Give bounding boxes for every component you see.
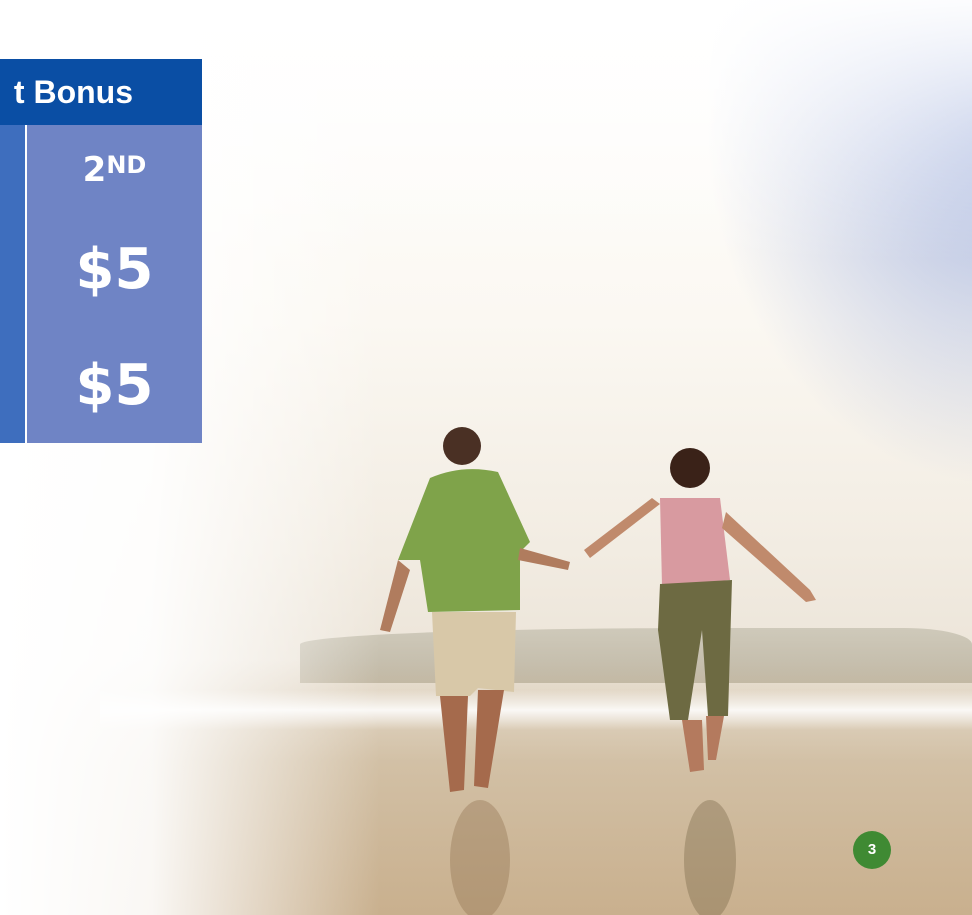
woman-figure bbox=[584, 448, 816, 772]
bonus-value-row-2: $5 bbox=[75, 353, 154, 418]
ordinal-suffix: ND bbox=[106, 151, 147, 179]
page-number-badge: 3 bbox=[853, 831, 891, 869]
bonus-table: t Bonus 2ND $5 $5 bbox=[0, 59, 202, 443]
bonus-column-2nd: 2ND $5 $5 bbox=[27, 125, 202, 443]
man-reflection bbox=[450, 800, 510, 915]
bonus-column-1st-edge bbox=[0, 125, 25, 443]
couple-walking-illustration bbox=[380, 427, 816, 915]
column-label-2nd: 2ND bbox=[27, 145, 202, 190]
bonus-value-row-1: $5 bbox=[75, 237, 154, 302]
man-figure bbox=[380, 427, 570, 792]
woman-reflection bbox=[684, 800, 736, 915]
ordinal-number: 2 bbox=[82, 150, 107, 190]
bonus-table-header: t Bonus bbox=[0, 59, 202, 125]
